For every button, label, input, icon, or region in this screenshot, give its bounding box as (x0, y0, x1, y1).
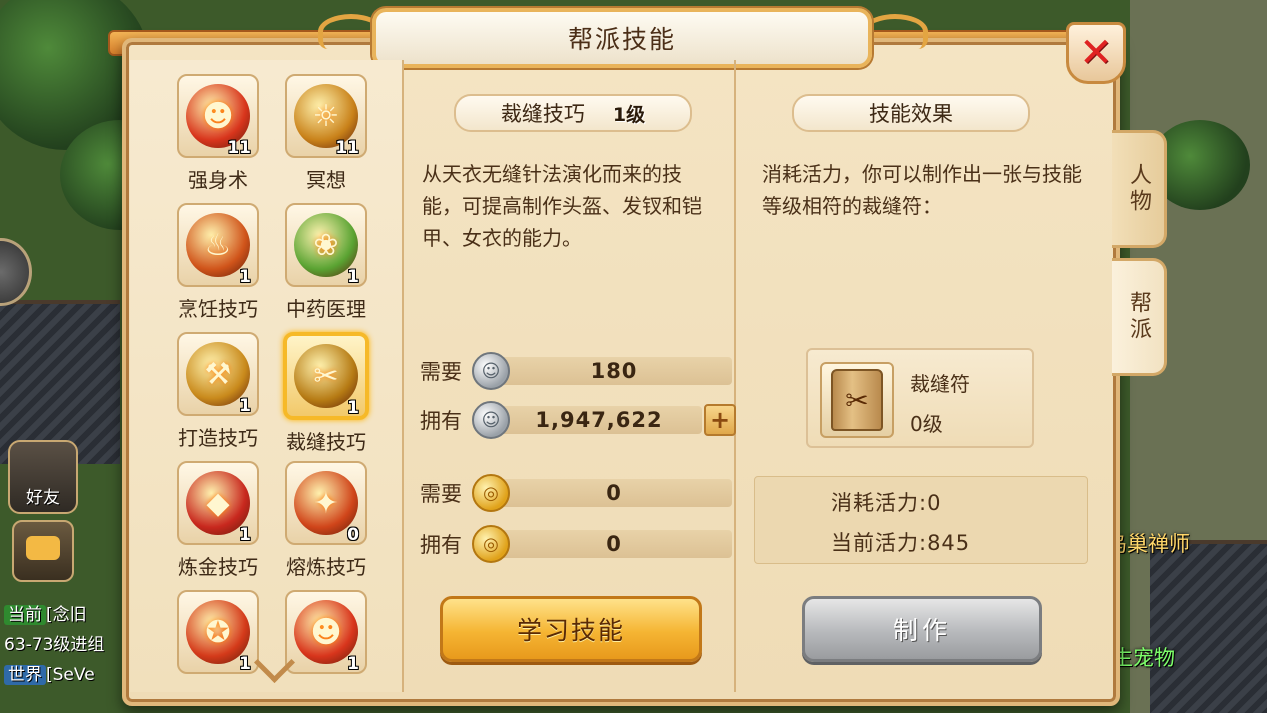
add-silver-button[interactable]: + (704, 404, 736, 436)
skill-level: 0 (347, 525, 359, 545)
skill-icon-frame: ☼ 11 (285, 74, 367, 158)
skill-item[interactable]: ✦ 0 熔炼技巧 (274, 461, 378, 580)
gold-have-value: 0 (496, 530, 732, 558)
skill-name: 裁缝技巧 (286, 430, 366, 454)
gold-have-row: 拥有 0 (420, 525, 732, 563)
skill-name: 强身术 (188, 168, 248, 192)
tab-guild[interactable]: 帮派 (1112, 258, 1167, 376)
silver-coin-icon (472, 352, 510, 390)
silver-coin-icon (472, 401, 510, 439)
close-icon: ✕ (1079, 30, 1113, 76)
learn-skill-button[interactable]: 学习技能 (440, 596, 702, 662)
need-label: 需要 (420, 360, 462, 384)
skill-description: 从天衣无缝针法演化而来的技能，可提高制作头盔、发钗和铠甲、女衣的能力。 (422, 162, 702, 250)
chat-button[interactable] (12, 520, 74, 582)
effect-description: 消耗活力，你可以制作出一张与技能等级相符的裁缝符： (762, 162, 1082, 218)
skill-item[interactable]: ☻ 11 强身术 (166, 74, 270, 193)
friends-button[interactable]: 好友 (8, 440, 78, 514)
chat-channel-tag: 世界 (4, 665, 46, 685)
gold-coin-icon (472, 525, 510, 563)
item-card[interactable]: 裁缝符 0级 (806, 348, 1034, 448)
expand-arrow-button[interactable] (0, 238, 32, 306)
building-roof (1150, 540, 1267, 713)
skill-name: 炼金技巧 (178, 555, 258, 579)
skill-icon-frame: ☻ 11 (177, 74, 259, 158)
skill-level: 11 (227, 138, 251, 158)
skill-icon-frame: ◆ 1 (177, 461, 259, 545)
vitality-cost: 消耗活力:0 (831, 491, 942, 515)
friends-label: 好友 (26, 488, 60, 508)
skill-item[interactable]: ❀ 1 中药医理 (274, 203, 378, 322)
skill-icon-frame: ✂ 1 (283, 332, 369, 420)
skill-name: 熔炼技巧 (286, 555, 366, 579)
skill-item[interactable]: ◆ 1 炼金技巧 (166, 461, 270, 580)
vitality-current: 当前活力:845 (831, 531, 971, 555)
chat-text: [SeVe (46, 665, 95, 685)
skill-detail-level: 1级 (612, 103, 646, 126)
skill-name: 冥想 (306, 168, 346, 192)
tab-character-label: 人物 (1126, 163, 1151, 215)
chat-text: 63-73级进组 (4, 635, 105, 655)
skill-item[interactable]: ⚒ 1 打造技巧 (166, 332, 270, 451)
skill-level: 1 (239, 267, 251, 287)
effect-title: 技能效果 (869, 102, 953, 126)
chat-line[interactable]: 世界 [SeVe (4, 660, 95, 685)
plus-icon: + (709, 406, 731, 434)
chat-channel-tag: 当前 (4, 605, 46, 625)
panel-title: 帮派技能 (567, 25, 676, 54)
skill-icon-frame: ✪ 1 (177, 590, 259, 674)
vitality-box: 消耗活力:0 当前活力:845 (754, 476, 1088, 564)
silver-have-value: 1,947,622 (496, 406, 702, 434)
gold-need-value: 0 (496, 479, 732, 507)
skill-detail-name: 裁缝技巧 (500, 102, 585, 126)
chat-line[interactable]: 当前 [念旧 (4, 600, 87, 625)
skill-name-ribbon: 裁缝技巧 1级 (454, 94, 692, 132)
have-label: 拥有 (420, 533, 462, 557)
pet-label[interactable]: 生宠物 (1112, 642, 1175, 672)
effect-ribbon: 技能效果 (792, 94, 1030, 132)
chat-line[interactable]: 63-73级进组 (4, 630, 104, 655)
skill-level: 1 (239, 525, 251, 545)
skill-level: 1 (239, 654, 251, 674)
skill-level: 11 (335, 138, 359, 158)
skill-icon-frame: ☻ 1 (285, 590, 367, 674)
chat-text: [念旧 (46, 605, 87, 625)
skill-level: 1 (347, 654, 359, 674)
skill-level: 1 (347, 267, 359, 287)
item-name: 裁缝符 (910, 372, 970, 396)
skill-icon-frame: ♨ 1 (177, 203, 259, 287)
tab-character[interactable]: 人物 (1112, 130, 1167, 248)
tailoring-charm-icon (820, 362, 894, 438)
chat-bubble-icon (26, 536, 60, 560)
skill-name: 中药医理 (286, 297, 366, 321)
skill-item[interactable]: ♨ 1 烹饪技巧 (166, 203, 270, 322)
skill-item[interactable]: ☼ 11 冥想 (274, 74, 378, 193)
silver-have-row: 拥有 1,947,622 + (420, 401, 736, 439)
scroll-icon (831, 369, 883, 431)
skill-level: 1 (239, 396, 251, 416)
skill-icon-frame: ✦ 0 (285, 461, 367, 545)
skill-icon-frame: ⚒ 1 (177, 332, 259, 416)
item-level: 0级 (910, 412, 943, 436)
tab-guild-label: 帮派 (1126, 291, 1151, 343)
make-button[interactable]: 制作 (802, 596, 1042, 662)
need-label: 需要 (420, 482, 462, 506)
silver-need-value: 180 (496, 357, 732, 385)
gold-need-row: 需要 0 (420, 474, 732, 512)
skill-name: 烹饪技巧 (178, 297, 258, 321)
skill-icon-frame: ❀ 1 (285, 203, 367, 287)
gold-coin-icon (472, 474, 510, 512)
skill-name: 打造技巧 (178, 426, 258, 450)
skill-level: 1 (347, 398, 359, 418)
skill-item[interactable]: ✂ 1 裁缝技巧 (274, 332, 378, 455)
silver-need-row: 需要 180 (420, 352, 732, 390)
close-button[interactable]: ✕ (1066, 22, 1126, 84)
have-label: 拥有 (420, 409, 462, 433)
title-plate: 帮派技能 (372, 8, 872, 68)
skill-item[interactable]: ✪ 1 (166, 590, 270, 680)
